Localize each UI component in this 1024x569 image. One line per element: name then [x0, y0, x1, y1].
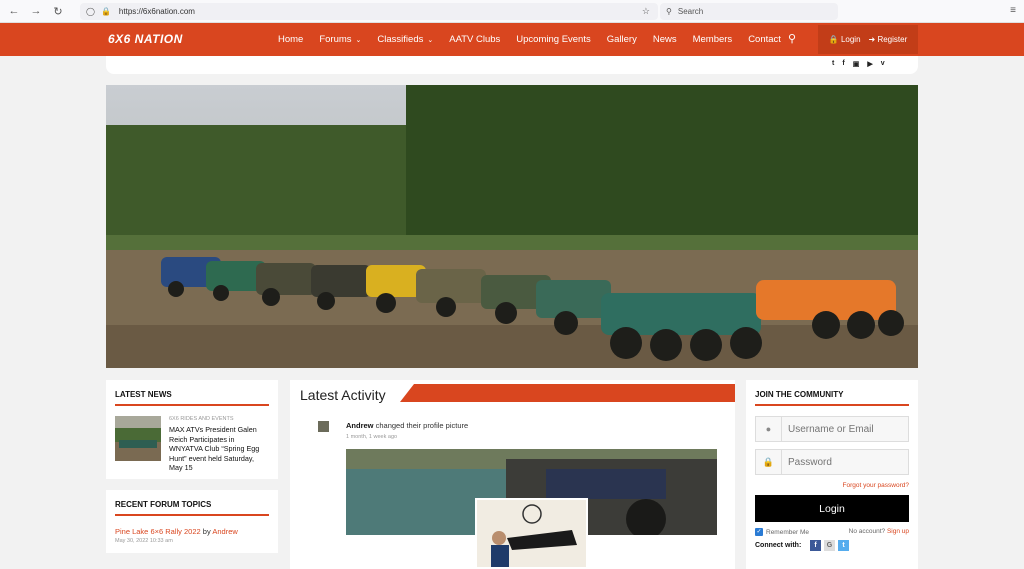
nav-label: AATV Clubs: [449, 34, 501, 45]
lock-icon: 🔒: [756, 450, 782, 474]
no-account-label: No account?: [848, 528, 886, 535]
nav-label: Classifieds: [377, 34, 424, 45]
activity-time: 1 month, 1 week ago: [346, 434, 398, 440]
remember-checkbox[interactable]: ✓: [755, 528, 763, 536]
nav-upcoming-events[interactable]: Upcoming Events: [516, 34, 590, 45]
forum-topic-by: by: [202, 527, 211, 536]
nav-aatv-clubs[interactable]: AATV Clubs: [449, 34, 500, 45]
login-label: Login: [840, 35, 861, 44]
forum-topic-item: Pine Lake 6×6 Rally 2022 by Andrew: [115, 527, 238, 536]
lock-icon: 🔒: [828, 35, 839, 44]
no-account-text: No account? Sign up: [849, 528, 909, 535]
latest-activity-widget: Latest Activity Andrew changed their pro…: [290, 380, 735, 569]
news-thumbnail-illustration: [115, 416, 161, 461]
sign-in-icon: ➜: [868, 35, 876, 44]
nav-contact[interactable]: Contact: [748, 34, 781, 45]
latest-news-title: LATEST NEWS: [115, 390, 172, 399]
activity-user[interactable]: Andrew: [346, 421, 374, 430]
forward-icon[interactable]: →: [28, 3, 44, 19]
chevron-down-icon: ⌄: [427, 37, 434, 44]
nav-label: News: [652, 34, 677, 45]
main-nav: Home Forums ⌄ Classifieds ⌄ AATV Clubs Upcomin…: [270, 23, 789, 56]
menu-icon[interactable]: ≡: [1010, 5, 1016, 16]
community-title: JOIN THE COMMUNITY: [755, 390, 844, 399]
nav-label: Contact: [748, 34, 781, 45]
avatar[interactable]: [318, 421, 329, 432]
username-field[interactable]: ●: [755, 416, 909, 442]
activity-text: Andrew changed their profile picture: [346, 421, 468, 430]
chevron-down-icon: ⌄: [355, 37, 362, 44]
nav-label: Upcoming Events: [516, 34, 591, 45]
news-headline[interactable]: MAX ATVs President Galen Reich Participa…: [169, 425, 269, 473]
password-field[interactable]: 🔒: [755, 449, 909, 475]
shield-icon: ◯: [86, 7, 95, 16]
nav-news[interactable]: News: [653, 34, 677, 45]
vimeo-icon[interactable]: v: [881, 60, 885, 68]
forum-topic-link[interactable]: Pine Lake 6×6 Rally 2022: [115, 527, 201, 536]
back-icon[interactable]: ←: [6, 3, 22, 19]
twitter-icon[interactable]: t: [838, 540, 849, 551]
password-input[interactable]: [788, 455, 903, 469]
divider: [755, 404, 909, 406]
reload-icon[interactable]: ↻: [50, 3, 66, 19]
profile-picture-image[interactable]: [475, 498, 588, 569]
browser-search-input[interactable]: ⚲ Search: [660, 3, 838, 20]
activity-title-bar: [400, 384, 735, 402]
nav-label: Forums: [319, 34, 352, 45]
nav-home[interactable]: Home: [278, 34, 303, 45]
remember-label: Remember Me: [766, 528, 809, 536]
header-band: [106, 56, 918, 74]
nav-forums[interactable]: Forums ⌄: [319, 34, 361, 45]
auth-links: 🔒 Login ➜ Register: [818, 25, 918, 54]
browser-search-placeholder: Search: [677, 7, 704, 16]
remember-me[interactable]: ✓ Remember Me: [755, 528, 809, 536]
recent-topics-title: RECENT FORUM TOPICS: [115, 500, 212, 509]
divider: [115, 404, 269, 406]
latest-news-widget: LATEST NEWS 6X6 RIDES AND EVENTS MAX ATV…: [106, 380, 278, 479]
browser-toolbar: ← → ↻ ◯ 🔒 https://6x6nation.com ☆ ⚲ Sear…: [0, 0, 1024, 23]
lock-icon: 🔒: [100, 7, 111, 16]
facebook-icon[interactable]: f: [810, 540, 821, 551]
register-label: Register: [877, 35, 908, 44]
user-icon: ●: [756, 417, 782, 441]
hero-illustration: [106, 85, 918, 368]
search-icon: ⚲: [666, 7, 672, 16]
login-widget: JOIN THE COMMUNITY ● 🔒 Forgot your passw…: [746, 380, 918, 569]
nav-label: Gallery: [606, 34, 637, 45]
news-thumbnail[interactable]: [115, 416, 161, 461]
divider: [115, 514, 269, 516]
site-header: 6X6 NATION Home Forums ⌄ Classifieds ⌄ AATV C…: [0, 23, 1024, 56]
bookmark-star-icon[interactable]: ☆: [642, 6, 650, 17]
facebook-icon[interactable]: f: [842, 60, 844, 68]
register-link[interactable]: ➜ Register: [869, 35, 908, 44]
nav-label: Members: [692, 34, 733, 45]
recent-topics-widget: RECENT FORUM TOPICS Pine Lake 6×6 Rally …: [106, 490, 278, 553]
address-bar[interactable]: ◯ 🔒 https://6x6nation.com ☆: [80, 3, 658, 20]
forgot-password-link[interactable]: Forgot your password?: [843, 482, 909, 489]
url-text: https://6x6nation.com: [118, 7, 195, 16]
social-links: t f ▣ ▶ v: [828, 60, 889, 68]
login-link[interactable]: 🔒 Login: [829, 35, 861, 44]
username-input[interactable]: [788, 422, 903, 436]
sign-up-link[interactable]: Sign up: [887, 528, 909, 535]
twitter-icon[interactable]: t: [832, 60, 834, 68]
hero-image: [106, 85, 918, 368]
google-icon[interactable]: G: [824, 540, 835, 551]
youtube-icon[interactable]: ▶: [867, 60, 872, 68]
nav-gallery[interactable]: Gallery: [607, 34, 637, 45]
nav-classifieds[interactable]: Classifieds ⌄: [377, 34, 433, 45]
forum-topic-author[interactable]: Andrew: [212, 527, 237, 536]
activity-title: Latest Activity: [300, 387, 386, 403]
site-logo[interactable]: 6X6 NATION: [108, 32, 183, 46]
news-category[interactable]: 6X6 RIDES AND EVENTS: [169, 416, 234, 422]
search-icon[interactable]: ⚲: [788, 32, 796, 45]
login-button[interactable]: Login: [755, 495, 909, 522]
connect-with-label: Connect with:: [755, 542, 802, 549]
forum-topic-date: May 30, 2022 10:33 am: [115, 538, 173, 544]
activity-action: changed their profile picture: [375, 421, 469, 430]
nav-label: Home: [278, 34, 304, 45]
instagram-icon[interactable]: ▣: [853, 60, 860, 68]
profile-picture-illustration: [477, 500, 586, 567]
nav-members[interactable]: Members: [693, 34, 733, 45]
